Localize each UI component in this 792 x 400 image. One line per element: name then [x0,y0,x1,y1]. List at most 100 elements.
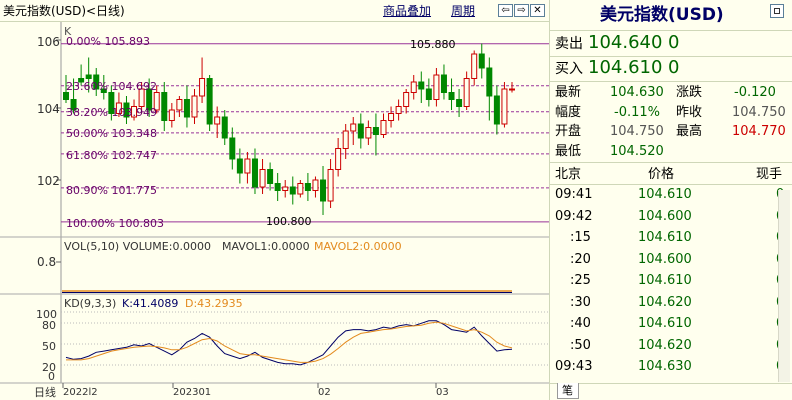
sell-volume: 0 [668,32,680,53]
candle-body [251,158,258,188]
kd-d-line [66,321,513,363]
candle-body [456,99,463,107]
quote-title: 美元指数(USD) [600,5,724,25]
candle-body [214,116,221,125]
candle-body [440,74,447,93]
kd-label: KD(9,3,3) [64,297,117,310]
range-label: 幅度 [555,105,582,120]
candle-body [183,99,190,118]
candle-body [350,123,357,132]
tick-price: 104.620 [638,337,692,353]
tick-time: :30 [570,294,591,310]
candle-body [168,109,175,121]
candle-body [463,78,470,107]
high-marker: 105.880 [410,38,456,51]
candle-body [229,137,236,160]
kd-d-value: D:43.2935 [185,297,243,310]
mavol2-label: MAVOL2:0.0000 [314,240,402,253]
ticks-scrollbar[interactable] [778,190,790,382]
kd-k-line [65,320,513,366]
candle-body [85,74,92,79]
change-label: 涨跌 [676,85,703,100]
candle-body [380,120,387,135]
fib-level-label: 0.00% 105.893 [66,36,150,47]
candle-body [509,88,515,91]
candle-body [312,179,319,191]
kd-y-tick: 80 [42,319,56,332]
buy-volume: 0 [668,57,680,78]
candle-body [259,169,266,188]
kd-k-value: K:41.4089 [122,297,179,310]
tick-price: 104.630 [638,359,692,374]
tick-price: 104.600 [638,208,692,224]
col-header-time: 北京 [555,167,582,182]
col-header-qty: 现手 [756,167,783,182]
sell-price: 104.640 [588,32,663,53]
candle-body [297,183,304,195]
tick-price: 104.620 [638,294,692,310]
candle-body [206,78,213,125]
latest-value: 104.630 [610,85,664,100]
fib-percent: 100.00% [66,217,115,230]
candle-body [191,95,198,118]
tick-time: :50 [570,337,591,353]
low-marker: 100.800 [266,215,312,228]
change-value: -0.120 [734,85,776,100]
candle-body [493,95,500,125]
candle-body [327,169,334,202]
candle-body [425,88,432,100]
y-tick: 0.8 [37,255,57,269]
fib-level-label: 61.80% 102.747 [66,150,157,161]
candle-body [410,81,417,93]
footer-tab-label: 笔 [562,384,573,397]
fib-level-label: 38.20% 103.949 [66,107,157,118]
candle-body [221,116,228,139]
tick-time: :40 [570,316,591,331]
latest-label: 最新 [555,85,582,100]
chart-area [0,22,549,388]
high-value: 104.770 [732,124,786,139]
tick-time: 09:41 [555,187,593,202]
candle-body [236,158,243,174]
fib-value: 101.775 [111,184,157,197]
candle-body [471,53,478,79]
low-label: 最低 [555,144,582,159]
candle-body [433,74,440,100]
ticks-footer [549,383,792,400]
y-tick: 102 [37,174,60,188]
tick-price: 104.610 [638,273,692,288]
candle-body [267,169,274,184]
tick-time: :20 [570,251,591,267]
x-tick: 202301 [173,387,212,398]
candle-body [289,186,296,195]
range-value: -0.11% [614,105,660,120]
tick-price: 104.610 [638,187,692,202]
fib-percent: 23.60% [66,80,108,93]
period-label: 日线 [34,386,56,399]
y-tick: 104 [37,102,60,116]
window-icon[interactable] [770,4,784,18]
fib-value: 103.348 [111,127,157,140]
col-header-price: 价格 [648,167,675,182]
candle-body [199,78,206,97]
tick-price: 104.610 [638,316,692,331]
open-label: 开盘 [555,124,582,139]
candle-body [372,127,379,135]
fib-level-label: 23.60% 104.692 [66,81,157,92]
buy-label: 买入 [555,61,583,77]
kd-y-tick: 50 [42,340,56,353]
candle-body [342,130,349,149]
fib-percent: 50.00% [66,127,108,140]
candle-body [388,113,395,121]
tick-time: 09:42 [555,208,593,224]
candle-body [244,158,251,174]
open-value: 104.750 [610,124,664,139]
candle-body [304,183,311,191]
footer-tab[interactable]: 笔 [557,383,579,399]
candle-body [63,92,69,100]
candle-body [418,81,425,90]
x-tick: 2022l2 [63,387,98,398]
candle-body [320,179,327,202]
fib-value: 102.747 [111,149,157,162]
candle-body [501,88,508,125]
